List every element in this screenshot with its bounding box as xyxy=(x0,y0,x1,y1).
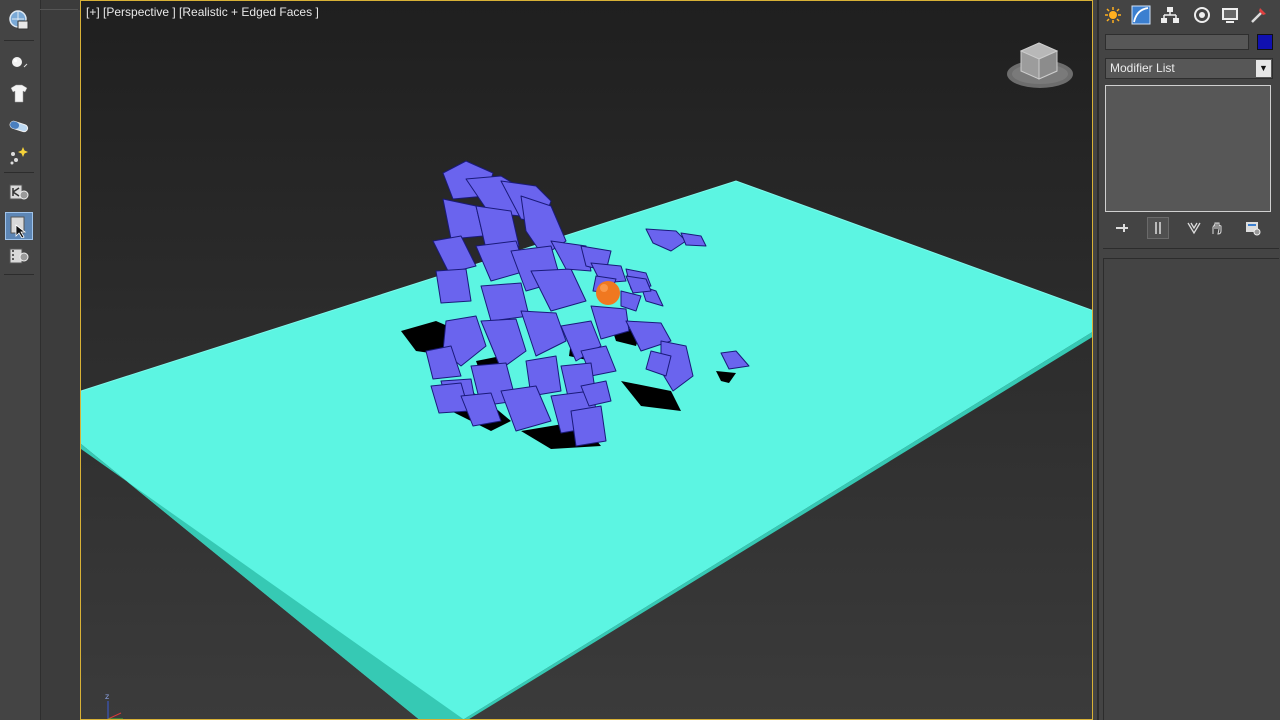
rollout-area xyxy=(1103,258,1279,720)
select-cursor-icon[interactable] xyxy=(5,212,33,240)
toolbar-gutter xyxy=(41,0,80,720)
animation-settings-icon[interactable] xyxy=(5,178,33,206)
scene-render: z xyxy=(81,42,1092,719)
modifier-stack-toolbar xyxy=(1099,217,1280,239)
object-color-swatch[interactable] xyxy=(1257,34,1273,50)
modifier-list-dropdown[interactable]: Modifier List ▼ xyxy=(1105,58,1273,79)
display-tab-icon[interactable] xyxy=(1218,4,1242,26)
perspective-viewport[interactable]: [+] [Perspective ] [Realistic + Edged Fa… xyxy=(80,0,1093,720)
axis-tripod: z xyxy=(105,692,123,719)
modifier-stack[interactable] xyxy=(1105,85,1271,212)
configure-modifier-sets-icon[interactable] xyxy=(1242,217,1264,239)
show-end-result-icon[interactable] xyxy=(1147,217,1169,239)
chevron-down-icon[interactable]: ▼ xyxy=(1256,60,1271,77)
tshirt-cloth-icon[interactable] xyxy=(5,80,33,108)
left-toolbar xyxy=(0,0,41,720)
particle-sparkle-icon[interactable] xyxy=(5,142,33,170)
object-name-field[interactable] xyxy=(1105,34,1249,50)
modifier-list-label: Modifier List xyxy=(1110,61,1175,75)
modify-tab-icon[interactable] xyxy=(1129,4,1153,26)
create-tab-icon[interactable] xyxy=(1101,4,1125,26)
viewcube xyxy=(1007,42,1073,88)
command-panel: Modifier List ▼ xyxy=(1097,0,1280,720)
motion-tab-icon[interactable] xyxy=(1190,4,1214,26)
film-settings-icon[interactable] xyxy=(5,242,33,270)
orange-sphere xyxy=(596,281,620,305)
remove-modifier-icon[interactable] xyxy=(1206,217,1228,239)
utilities-tab-icon[interactable] xyxy=(1247,4,1271,26)
sphere-object-icon[interactable] xyxy=(5,48,33,76)
command-panel-tabs xyxy=(1099,3,1280,27)
hierarchy-tab-icon[interactable] xyxy=(1158,4,1182,26)
pill-capsule-icon[interactable] xyxy=(5,112,33,140)
globe-refresh-icon[interactable] xyxy=(5,6,33,34)
axis-z-label: z xyxy=(105,692,109,701)
pin-stack-icon[interactable] xyxy=(1111,217,1133,239)
make-unique-icon[interactable] xyxy=(1183,217,1205,239)
